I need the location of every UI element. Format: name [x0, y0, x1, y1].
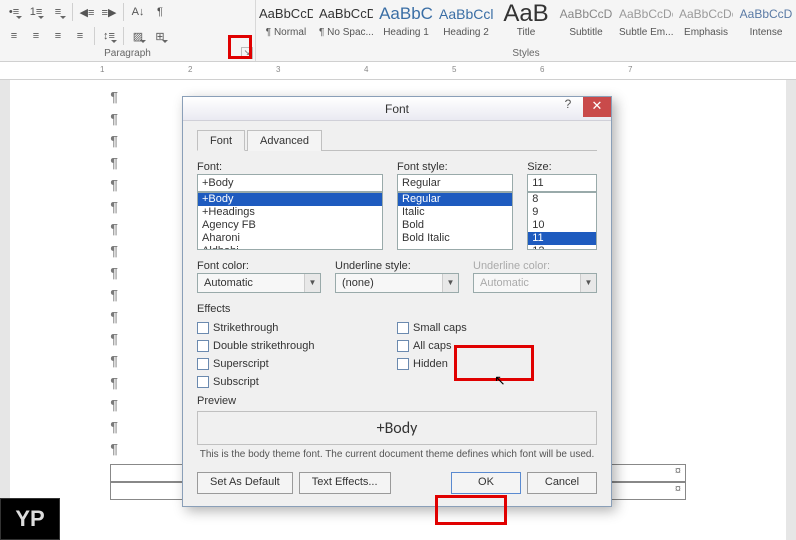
style-list-item[interactable]: Italic [398, 206, 512, 219]
paragraph-group-label: Paragraph [0, 48, 255, 61]
style-list-item[interactable]: Bold [398, 219, 512, 232]
style-gallery-item[interactable]: AaBbCcDSubtitle [556, 0, 616, 48]
align-right-button[interactable]: ≡ [48, 26, 68, 46]
superscript-checkbox[interactable]: Superscript [197, 355, 397, 373]
ribbon: •≡ 1≡ ≡ ◀≡ ≡▶ A↓ ¶ ≡ ≡ ≡ ≡ ↕≡ ▨ ⊞ Paragr… [0, 0, 796, 62]
tab-font[interactable]: Font [197, 130, 245, 151]
ruler-tick: 4 [364, 65, 368, 74]
styles-group: AaBbCcDc¶ NormalAaBbCcDc¶ No Spac...AaBb… [256, 0, 796, 61]
size-list-item[interactable]: 10 [528, 219, 596, 232]
set-as-default-button[interactable]: Set As Default [197, 472, 293, 494]
horizontal-ruler[interactable]: 1 2 3 4 5 6 7 [0, 62, 796, 80]
font-style-input[interactable]: Regular [397, 174, 513, 192]
align-center-button[interactable]: ≡ [26, 26, 46, 46]
help-button[interactable]: ? [555, 97, 581, 117]
style-list-item[interactable]: Regular [398, 193, 512, 206]
paragraph-launcher-icon[interactable]: ↘ [241, 47, 253, 59]
cancel-button[interactable]: Cancel [527, 472, 597, 494]
borders-button[interactable]: ⊞ [150, 26, 170, 46]
style-gallery-item[interactable]: AaBbCcDIntense [736, 0, 796, 48]
sort-button[interactable]: A↓ [128, 2, 148, 22]
line-spacing-button[interactable]: ↕≡ [99, 26, 119, 46]
double-strikethrough-checkbox[interactable]: Double strikethrough [197, 337, 397, 355]
size-label: Size: [527, 161, 597, 173]
underline-color-combo: Automatic▼ [473, 273, 597, 293]
watermark-logo: YP [0, 498, 60, 540]
ruler-tick: 1 [100, 65, 104, 74]
font-style-listbox[interactable]: RegularItalicBoldBold Italic [397, 192, 513, 250]
font-input[interactable]: +Body [197, 174, 383, 192]
ruler-tick: 5 [452, 65, 456, 74]
size-input[interactable]: 11 [527, 174, 597, 192]
font-list-item[interactable]: +Headings [198, 206, 382, 219]
dialog-titlebar[interactable]: Font ? ✕ [183, 97, 611, 121]
align-left-button[interactable]: ≡ [4, 26, 24, 46]
shading-button[interactable]: ▨ [128, 26, 148, 46]
font-label: Font: [197, 161, 383, 173]
style-gallery-item[interactable]: AaBbCcDcSubtle Em... [616, 0, 676, 48]
styles-group-label: Styles [256, 48, 796, 61]
font-list-item[interactable]: +Body [198, 193, 382, 206]
text-effects-button[interactable]: Text Effects... [299, 472, 391, 494]
ruler-tick: 2 [188, 65, 192, 74]
font-list-item[interactable]: Aldhabi [198, 245, 382, 250]
underline-color-label: Underline color: [473, 260, 597, 272]
increase-indent-button[interactable]: ≡▶ [99, 2, 119, 22]
font-color-label: Font color: [197, 260, 321, 272]
strikethrough-checkbox[interactable]: Strikethrough [197, 319, 397, 337]
cursor-icon: ↖ [494, 372, 506, 389]
dialog-tabs: Font Advanced [197, 129, 597, 151]
hidden-checkbox[interactable]: Hidden [397, 355, 597, 373]
dialog-title: Font [385, 102, 409, 116]
small-caps-checkbox[interactable]: Small caps [397, 319, 597, 337]
ruler-tick: 3 [276, 65, 280, 74]
paragraph-group: •≡ 1≡ ≡ ◀≡ ≡▶ A↓ ¶ ≡ ≡ ≡ ≡ ↕≡ ▨ ⊞ Paragr… [0, 0, 256, 61]
style-gallery-item[interactable]: AaBTitle [496, 0, 556, 48]
size-list-item[interactable]: 11 [528, 232, 596, 245]
multilevel-list-button[interactable]: ≡ [48, 2, 68, 22]
font-list-item[interactable]: Agency FB [198, 219, 382, 232]
style-gallery-item[interactable]: AaBbCcDc¶ No Spac... [316, 0, 376, 48]
effects-label: Effects [197, 303, 597, 315]
show-marks-button[interactable]: ¶ [150, 2, 170, 22]
ruler-tick: 6 [540, 65, 544, 74]
ok-button[interactable]: OK [451, 472, 521, 494]
style-gallery-item[interactable]: AaBbCcDc¶ Normal [256, 0, 316, 48]
size-list-item[interactable]: 9 [528, 206, 596, 219]
underline-style-label: Underline style: [335, 260, 459, 272]
ruler-tick: 7 [628, 65, 632, 74]
size-list-item[interactable]: 8 [528, 193, 596, 206]
style-gallery-item[interactable]: AaBbCHeading 1 [376, 0, 436, 48]
style-list-item[interactable]: Bold Italic [398, 232, 512, 245]
numbering-button[interactable]: 1≡ [26, 2, 46, 22]
all-caps-checkbox[interactable]: All caps [397, 337, 597, 355]
bullets-button[interactable]: •≡ [4, 2, 24, 22]
preview-description: This is the body theme font. The current… [197, 449, 597, 460]
font-dialog: Font ? ✕ Font Advanced Font: +Body +Body… [182, 96, 612, 507]
style-gallery-item[interactable]: AaBbCclHeading 2 [436, 0, 496, 48]
style-gallery-item[interactable]: AaBbCcDcEmphasis [676, 0, 736, 48]
preview-box: +Body [197, 411, 597, 445]
decrease-indent-button[interactable]: ◀≡ [77, 2, 97, 22]
font-color-combo[interactable]: Automatic▼ [197, 273, 321, 293]
close-button[interactable]: ✕ [583, 97, 611, 117]
preview-label: Preview [197, 395, 597, 407]
size-list-item[interactable]: 12 [528, 245, 596, 250]
tab-advanced[interactable]: Advanced [247, 130, 322, 151]
font-list-item[interactable]: Aharoni [198, 232, 382, 245]
font-listbox[interactable]: +Body+HeadingsAgency FBAharoniAldhabi [197, 192, 383, 250]
justify-button[interactable]: ≡ [70, 26, 90, 46]
subscript-checkbox[interactable]: Subscript [197, 373, 397, 391]
size-listbox[interactable]: 89101112 [527, 192, 597, 250]
underline-style-combo[interactable]: (none)▼ [335, 273, 459, 293]
font-style-label: Font style: [397, 161, 513, 173]
